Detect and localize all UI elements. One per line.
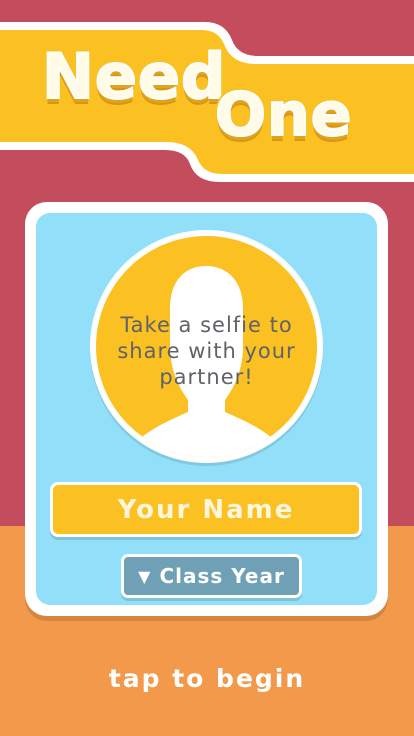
triangle-down-icon: ▼ xyxy=(138,566,152,586)
tap-to-begin-button[interactable]: tap to begin xyxy=(0,664,414,693)
logo-word-one: One xyxy=(214,80,353,150)
selfie-button[interactable]: Take a selfie to share with your partner… xyxy=(90,230,323,463)
avatar-placeholder: Take a selfie to share with your partner… xyxy=(96,236,317,457)
selfie-prompt: Take a selfie to share with your partner… xyxy=(117,313,296,389)
class-year-dropdown[interactable]: ▼ Class Year xyxy=(121,554,302,598)
logo-word-need: Need xyxy=(41,40,227,113)
name-input[interactable] xyxy=(50,482,362,537)
class-year-label: Class Year xyxy=(159,564,285,588)
logo-banner: Need One xyxy=(0,0,414,190)
